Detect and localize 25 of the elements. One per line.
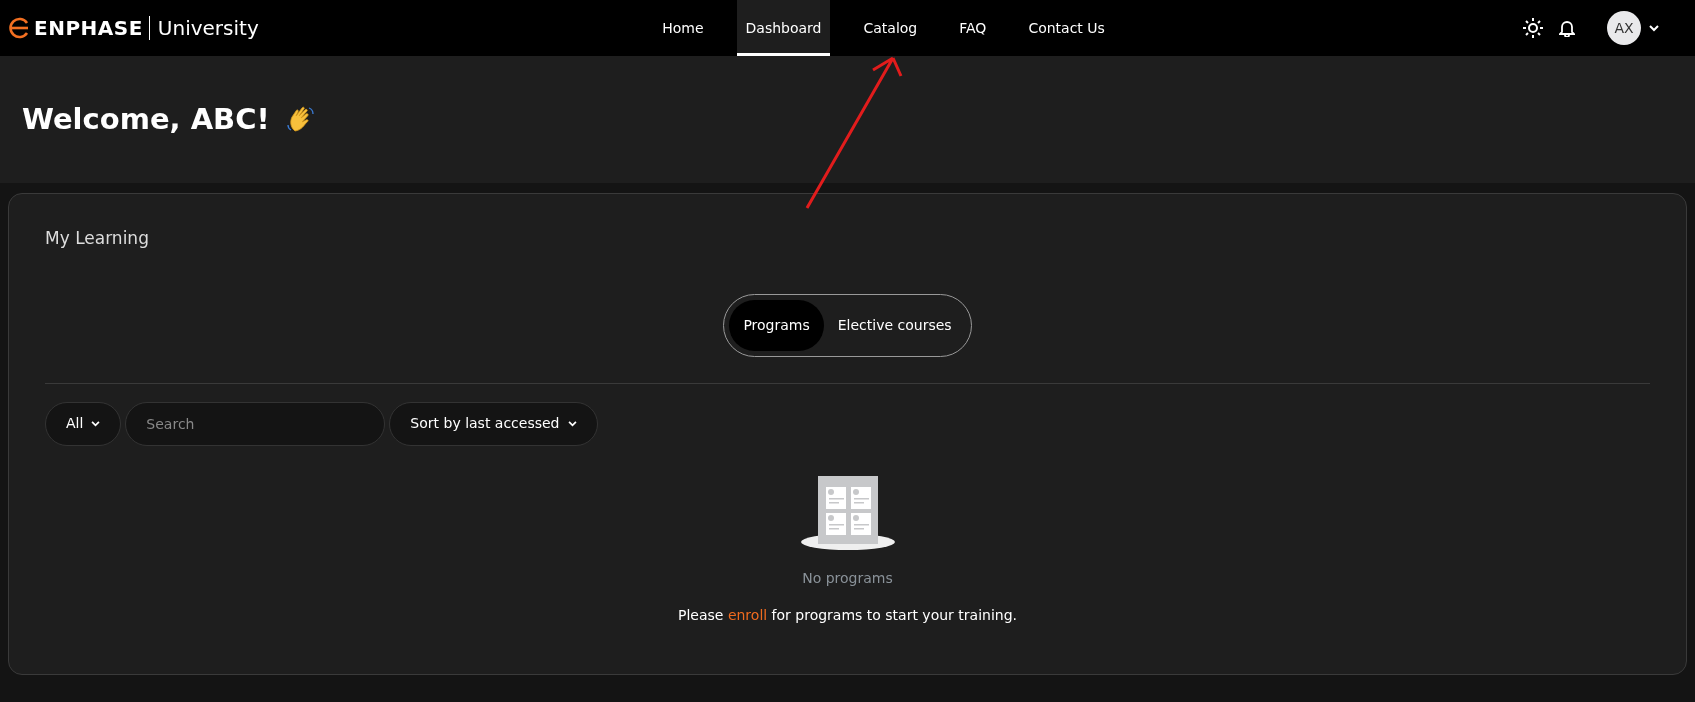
brand-suffix: University [148,16,259,40]
logo-icon [8,17,30,39]
sort-dropdown[interactable]: Sort by last accessed [389,401,598,446]
nav-link[interactable]: Catalog [854,0,927,56]
waving-hand-icon [285,104,316,135]
nav-link[interactable]: Contact Us [1019,0,1114,56]
filter-dropdown[interactable]: All [45,401,122,446]
nav-link[interactable]: FAQ [950,0,996,56]
chevron-down-icon[interactable] [1649,24,1659,32]
empty-state-title: No programs [802,568,893,588]
brand-name: ENPHASE [34,15,143,42]
search-field[interactable]: Search [125,401,386,446]
nav-link[interactable]: Home [653,0,713,56]
chevron-down-icon [91,420,101,427]
nav-link[interactable]: Dashboard [736,0,831,56]
chevron-down-icon [567,420,577,427]
enroll-link[interactable]: enroll [727,606,768,623]
empty-state-message: Please enroll for programs to start your training. [678,605,1017,625]
tab[interactable]: Programs [729,299,824,351]
welcome-heading: Welcome, ABC! [22,102,270,137]
tab[interactable]: Elective courses [823,299,966,351]
bell-icon[interactable] [1559,19,1575,37]
section-title: My Learning [45,227,150,250]
brightness-icon[interactable] [1523,18,1543,38]
avatar-button[interactable]: AX [1607,11,1641,45]
